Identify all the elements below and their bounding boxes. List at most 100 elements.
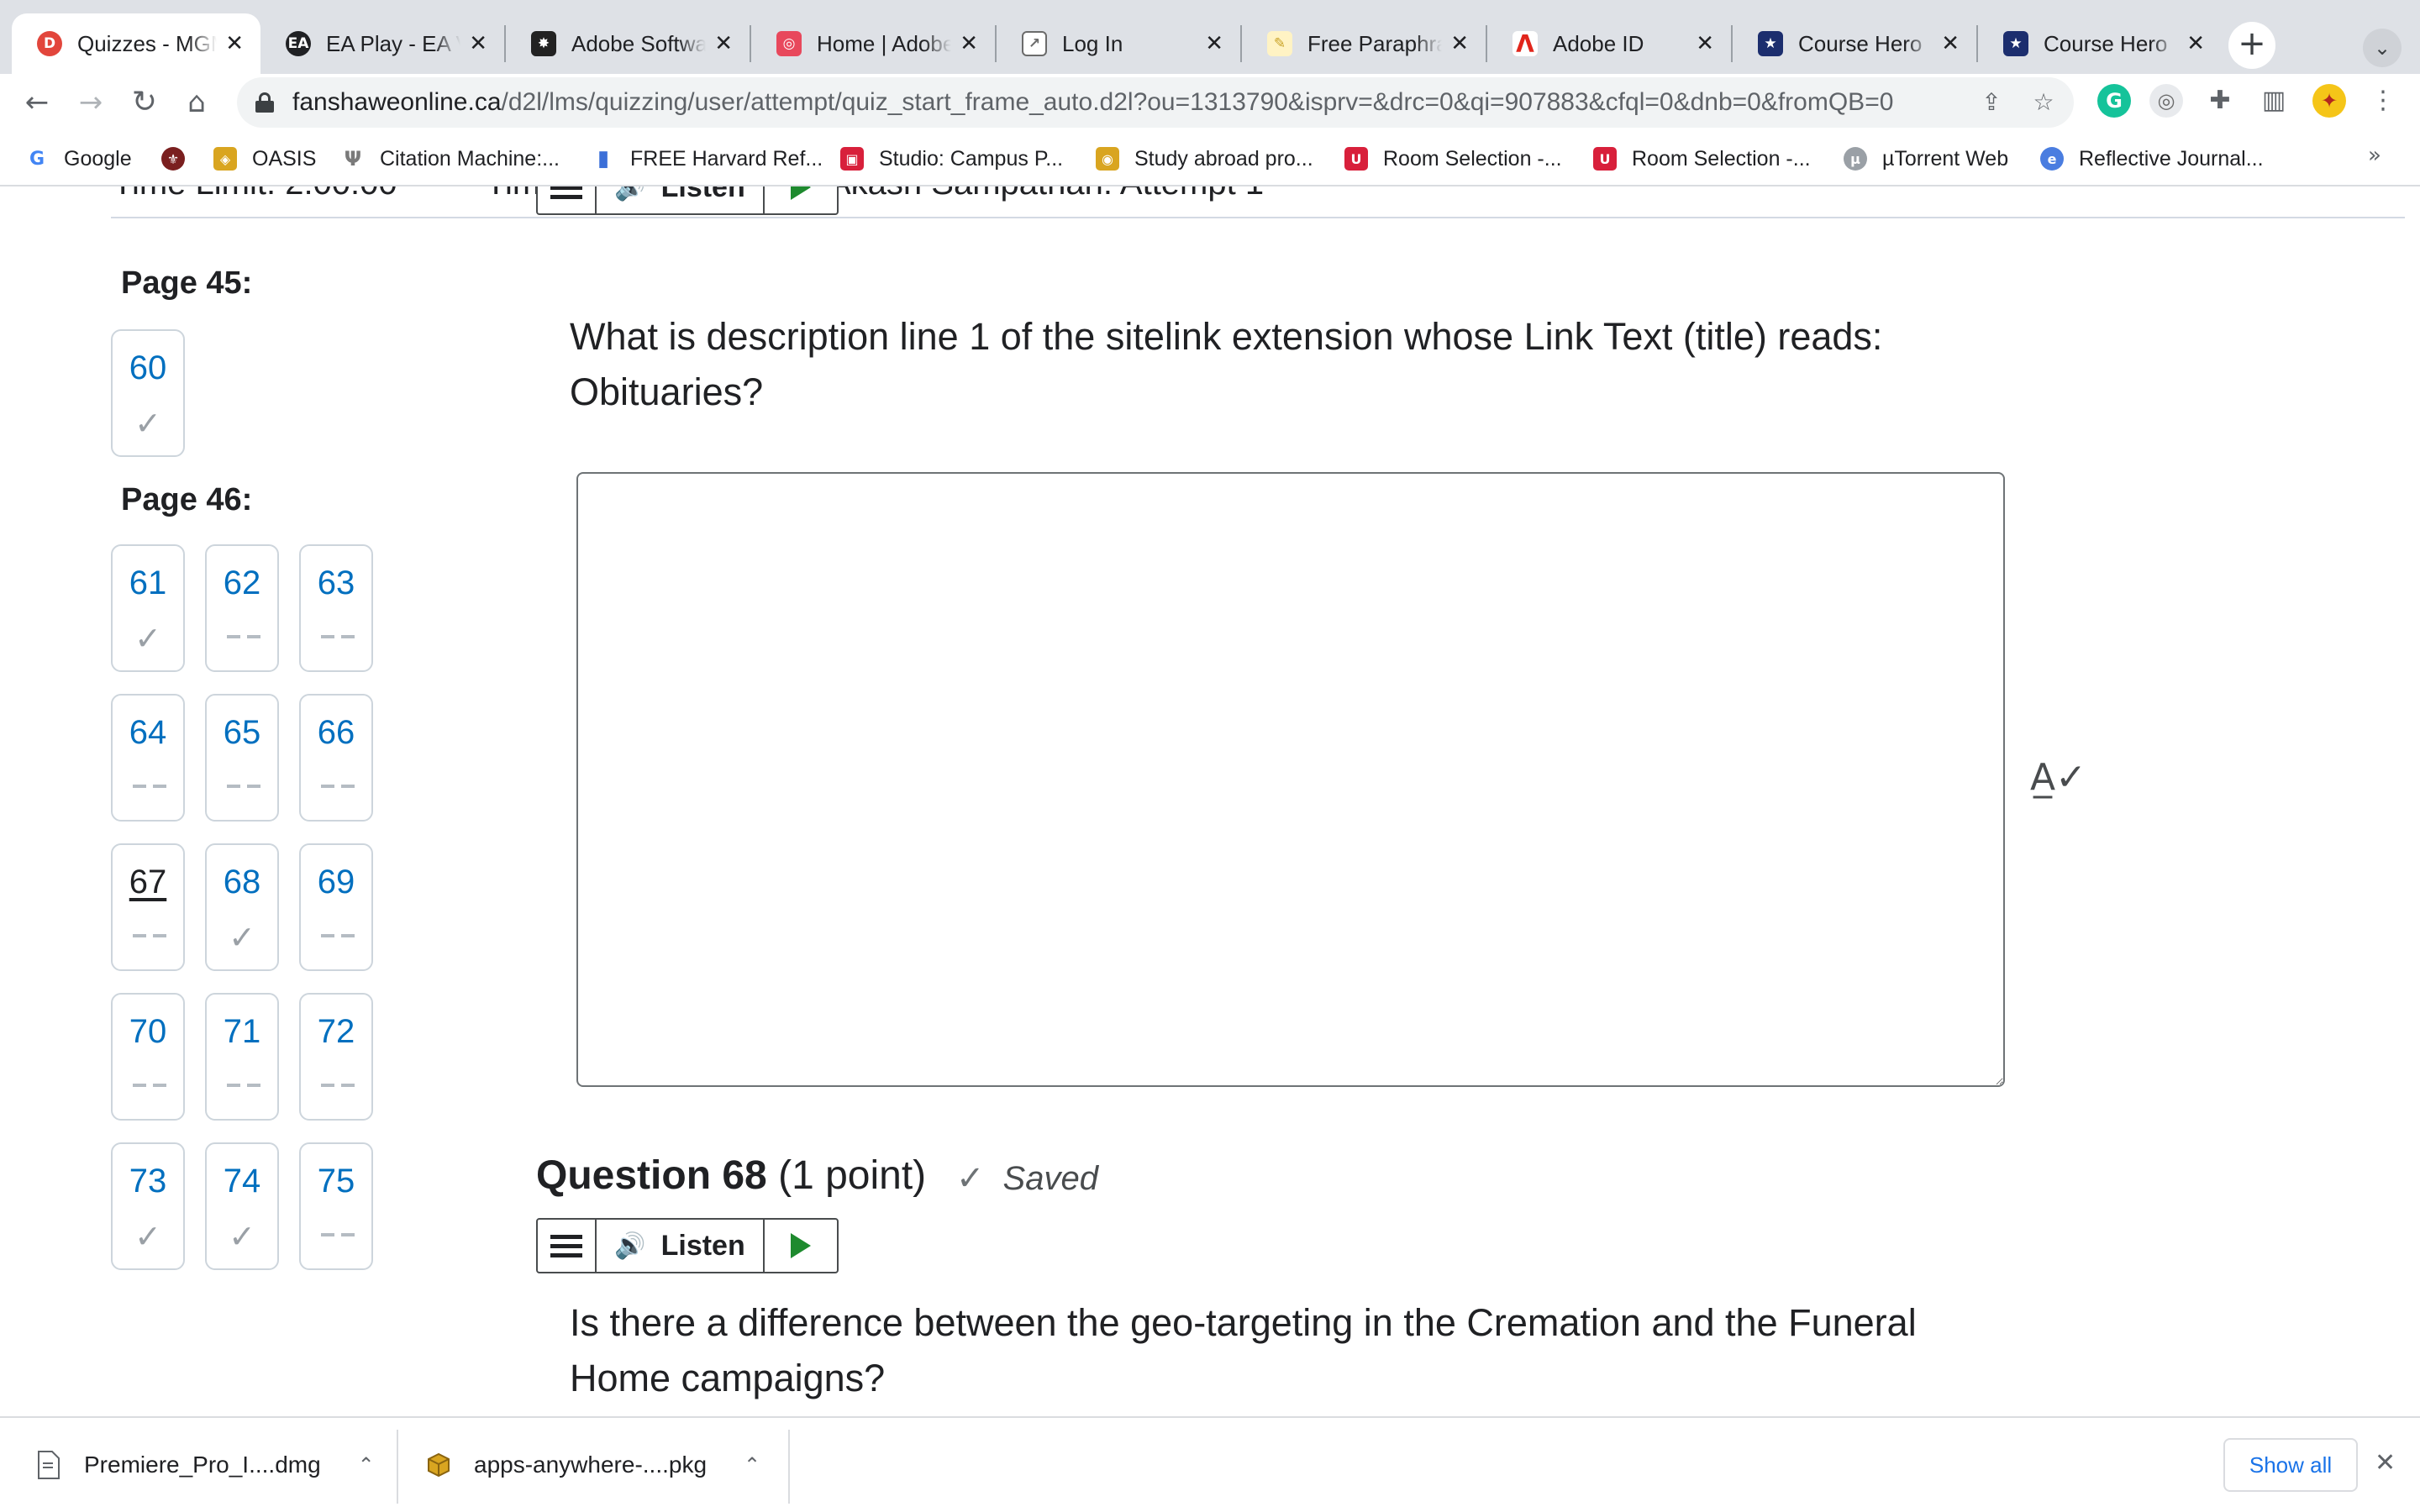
new-tab-button[interactable]: + xyxy=(2228,22,2275,69)
question-nav-75[interactable]: 75 xyxy=(299,1142,373,1270)
share-icon[interactable]: ⇪ xyxy=(1976,87,2007,118)
question-nav-67[interactable]: 67 xyxy=(111,843,185,971)
question-nav-64[interactable]: 64 xyxy=(111,694,185,822)
unanswered-dash-icon xyxy=(133,785,166,790)
bookmark-study-abroad[interactable]: ◉ Study abroad pro... xyxy=(1096,143,1313,175)
profile-avatar-icon[interactable]: ✦ xyxy=(2312,84,2346,118)
bookmark-icon-only[interactable]: ⚜ xyxy=(161,143,185,175)
play-icon[interactable] xyxy=(765,1220,837,1272)
answer-textarea[interactable] xyxy=(576,472,2005,1087)
question-nav-62[interactable]: 62 xyxy=(205,544,279,672)
tab-adobe-software[interactable]: ✸ Adobe Software ✕ xyxy=(506,13,750,74)
extension-circle-icon[interactable]: ◎ xyxy=(2149,84,2183,118)
bookmark-room-selection-1[interactable]: U Room Selection -... xyxy=(1344,143,1562,175)
question-nav-70[interactable]: 70 xyxy=(111,993,185,1121)
close-icon[interactable]: ✕ xyxy=(1450,31,1469,56)
tab-home-adobe[interactable]: ◎ Home | Adobe ✕ xyxy=(751,13,995,74)
address-bar[interactable]: fanshaweonline.ca/d2l/lms/quizzing/user/… xyxy=(237,77,2074,128)
download-item[interactable]: apps-anywhere-....pkg ⌃ xyxy=(427,1440,760,1490)
listen-button[interactable]: 🔊 Listen xyxy=(597,1220,765,1272)
question-number: 69 xyxy=(317,864,355,900)
back-icon[interactable]: ← xyxy=(17,82,57,123)
unanswered-dash-icon xyxy=(227,635,260,640)
menu-kebab-icon[interactable]: ⋮ xyxy=(2366,84,2400,118)
unanswered-dash-icon xyxy=(321,635,355,640)
bookmark-room-selection-2[interactable]: U Room Selection -... xyxy=(1593,143,1811,175)
tab-search-icon[interactable]: ⌄ xyxy=(2363,29,2402,67)
bookmarks-bar: G Google ⚜ ◈ OASIS Ψ Citation Machine:..… xyxy=(0,131,2420,186)
unanswered-dash-icon xyxy=(321,1233,355,1238)
tab-log-in[interactable]: ↗ Log In ✕ xyxy=(997,13,1240,74)
bookmarks-overflow-icon[interactable]: » xyxy=(2368,143,2381,168)
home-icon[interactable]: ⌂ xyxy=(176,82,217,123)
tab-ea-play[interactable]: EA EA Play - EA Vault ✕ xyxy=(260,13,504,74)
close-icon[interactable]: ✕ xyxy=(1696,31,1714,56)
bookmark-studio[interactable]: ▣ Studio: Campus P... xyxy=(840,143,1063,175)
listen-label: Listen xyxy=(660,1229,745,1262)
question-nav-73[interactable]: 73 ✓ xyxy=(111,1142,185,1270)
url-path: /d2l/lms/quizzing/user/attempt/quiz_star… xyxy=(501,88,1894,116)
bookmark-label: Google xyxy=(64,146,132,171)
question-nav-65[interactable]: 65 xyxy=(205,694,279,822)
question-nav-72[interactable]: 72 xyxy=(299,993,373,1121)
answered-check-icon: ✓ xyxy=(229,919,255,956)
question-nav-61[interactable]: 61 ✓ xyxy=(111,544,185,672)
question-nav-66[interactable]: 66 xyxy=(299,694,373,822)
question-nav-68[interactable]: 68 ✓ xyxy=(205,843,279,971)
menu-icon[interactable] xyxy=(538,186,597,213)
oasis-icon: ◈ xyxy=(213,147,237,171)
question-nav-71[interactable]: 71 xyxy=(205,993,279,1121)
download-item[interactable]: Premiere_Pro_I....dmg ⌃ xyxy=(37,1440,375,1490)
close-icon[interactable]: ✕ xyxy=(225,31,244,56)
question-nav-69[interactable]: 69 xyxy=(299,843,373,971)
close-icon[interactable]: ✕ xyxy=(1941,31,1960,56)
tab-title: Course Hero xyxy=(2044,30,2168,56)
room-selection-icon: U xyxy=(1593,147,1617,171)
forward-icon[interactable]: → xyxy=(71,82,111,123)
tab-adobe-id[interactable]: Λ Adobe ID ✕ xyxy=(1487,13,1731,74)
question-nav-60[interactable]: 60 ✓ xyxy=(111,329,185,457)
page-45-label: Page 45: xyxy=(121,265,253,301)
chevron-up-icon[interactable]: ⌃ xyxy=(744,1453,760,1477)
extensions-puzzle-icon[interactable]: ✚ xyxy=(2203,84,2237,118)
course-hero-icon: ★ xyxy=(2003,31,2028,56)
close-icon[interactable]: ✕ xyxy=(714,31,733,56)
bookmark-utorrent[interactable]: µ µTorrent Web xyxy=(1844,143,2008,175)
spellcheck-icon[interactable]: A̲✓ xyxy=(2030,756,2086,799)
bookmark-google[interactable]: G Google xyxy=(25,143,132,175)
question-number: 66 xyxy=(317,714,355,751)
close-icon[interactable]: ✕ xyxy=(2186,31,2205,56)
question-number: 74 xyxy=(223,1163,261,1200)
question-nav-63[interactable]: 63 xyxy=(299,544,373,672)
tab-title: Free Paraphrasing xyxy=(1307,30,1442,56)
bookmark-reflective-journal[interactable]: e Reflective Journal... xyxy=(2040,143,2264,175)
show-all-button[interactable]: Show all xyxy=(2223,1438,2358,1492)
reload-icon[interactable]: ↻ xyxy=(124,82,165,123)
listen-button[interactable]: 🔊 Listen xyxy=(597,186,765,213)
question-68-text: Is there a difference between the geo-ta… xyxy=(570,1301,1917,1399)
bookmark-oasis[interactable]: ◈ OASIS xyxy=(213,143,316,175)
side-panel-icon[interactable]: ▥ xyxy=(2257,84,2291,118)
creative-cloud-icon: ◎ xyxy=(776,31,802,56)
bookmark-citation-machine[interactable]: Ψ Citation Machine:... xyxy=(341,143,560,175)
play-icon[interactable] xyxy=(765,186,837,213)
close-icon[interactable]: ✕ xyxy=(2375,1448,2396,1478)
bookmark-harvard-ref[interactable]: ▮ FREE Harvard Ref... xyxy=(592,143,823,175)
question-number: 71 xyxy=(223,1013,261,1050)
page-content: Time Limit: 2:00:00 Time Left:0:23:38 Ak… xyxy=(0,186,2420,1416)
tab-free-paraphrasing[interactable]: ✎ Free Paraphrasing ✕ xyxy=(1242,13,1486,74)
tab-course-hero-1[interactable]: ★ Course Hero ✕ xyxy=(1733,13,1976,74)
chevron-up-icon[interactable]: ⌃ xyxy=(358,1453,375,1477)
bookmark-star-icon[interactable]: ☆ xyxy=(2028,87,2059,118)
close-icon[interactable]: ✕ xyxy=(1205,31,1223,56)
close-icon[interactable]: ✕ xyxy=(469,31,487,56)
question-nav-74[interactable]: 74 ✓ xyxy=(205,1142,279,1270)
lock-icon[interactable] xyxy=(255,92,274,113)
menu-icon[interactable] xyxy=(538,1220,597,1272)
tab-course-hero-2[interactable]: ★ Course Hero ✕ xyxy=(1978,13,2222,74)
tab-quizzes[interactable]: D Quizzes - MGM ✕ xyxy=(12,13,260,74)
unanswered-dash-icon xyxy=(133,1084,166,1089)
close-icon[interactable]: ✕ xyxy=(960,31,978,56)
grammarly-icon[interactable]: G xyxy=(2097,84,2131,118)
question-number: 72 xyxy=(317,1013,355,1050)
